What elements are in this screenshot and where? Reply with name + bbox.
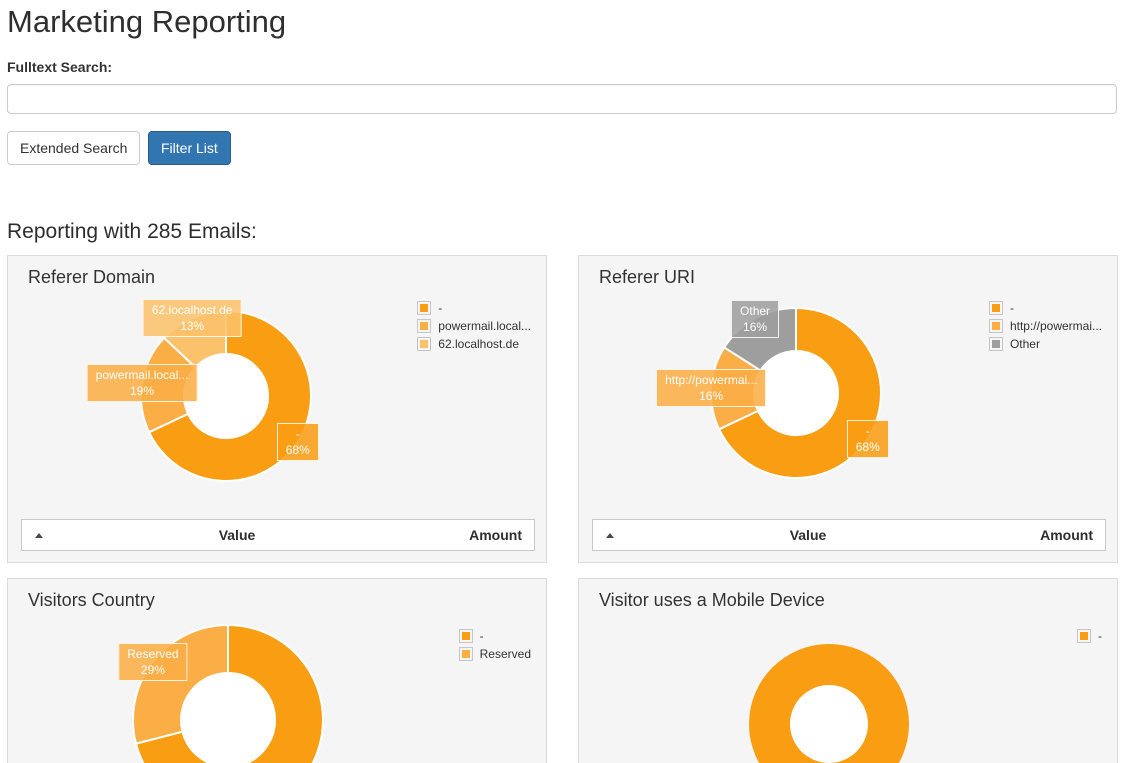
slice-callout: Other16% xyxy=(731,300,779,338)
legend-item[interactable]: - xyxy=(1077,629,1102,643)
slice-callout: http://powermai...16% xyxy=(656,369,766,407)
value-column-header[interactable]: Value xyxy=(60,527,414,543)
chart-title: Visitor uses a Mobile Device xyxy=(599,590,825,611)
legend-item[interactable]: - xyxy=(459,629,531,643)
legend-item[interactable]: powermail.local... xyxy=(417,319,531,333)
page-title: Marketing Reporting xyxy=(7,4,286,40)
legend-swatch xyxy=(459,647,473,661)
caret-up-icon xyxy=(606,533,614,538)
chart-panel-referer-uri: -68% http://powermai...16% Other16% Refere… xyxy=(578,255,1118,563)
legend-swatch xyxy=(989,319,1003,333)
slice-callout: -68% xyxy=(277,423,319,461)
legend-item[interactable]: - xyxy=(989,301,1102,315)
legend-label: - xyxy=(1010,301,1014,315)
legend-item[interactable]: 62.localhost.de xyxy=(417,337,531,351)
legend-label: - xyxy=(438,301,442,315)
chart-panel-referer-domain: -68% powermail.local...19% 62.localhost.de… xyxy=(7,255,547,563)
chart-panel-visitors-country: Reserved29% Visitors Country -Reserved V… xyxy=(7,578,547,763)
legend-swatch xyxy=(1077,629,1091,643)
legend-label: 62.localhost.de xyxy=(438,337,519,351)
legend-label: powermail.local... xyxy=(438,319,531,333)
legend-label: Reserved xyxy=(480,647,531,661)
slice-callout: 62.localhost.de13% xyxy=(143,299,242,337)
marketing-reporting-page: Marketing Reporting Fulltext Search: Ext… xyxy=(0,0,1123,763)
legend-swatch xyxy=(989,337,1003,351)
legend-label: Other xyxy=(1010,337,1040,351)
legend-item[interactable]: - xyxy=(417,301,531,315)
slice-callout: -68% xyxy=(847,420,889,458)
legend-label: - xyxy=(480,629,484,643)
slice-callout: powermail.local...19% xyxy=(87,364,198,402)
sort-column-header[interactable] xyxy=(593,533,631,538)
chart-legend: - xyxy=(1077,629,1102,647)
extended-search-button[interactable]: Extended Search xyxy=(7,131,140,165)
chart-panel-mobile-device: Visitor uses a Mobile Device - Value Amo… xyxy=(578,578,1118,763)
reporting-heading: Reporting with 285 Emails: xyxy=(7,220,257,244)
slice-callout: Reserved29% xyxy=(118,643,187,681)
legend-swatch xyxy=(459,629,473,643)
amount-column-header[interactable]: Amount xyxy=(985,527,1105,543)
chart-title: Visitors Country xyxy=(28,590,155,611)
legend-item[interactable]: Reserved xyxy=(459,647,531,661)
legend-swatch xyxy=(989,301,1003,315)
chart-legend: - powermail.local... 62.localhost.de xyxy=(417,301,531,355)
filter-list-button[interactable]: Filter List xyxy=(148,131,231,165)
legend-label: http://powermai... xyxy=(1010,319,1102,333)
legend-swatch xyxy=(417,319,431,333)
chart-legend: - http://powermai... Other xyxy=(989,301,1102,355)
chart-legend: - Reserved xyxy=(459,629,531,665)
caret-up-icon xyxy=(35,533,43,538)
chart-title: Referer URI xyxy=(599,267,695,288)
legend-item[interactable]: http://powermai... xyxy=(989,319,1102,333)
amount-column-header[interactable]: Amount xyxy=(414,527,534,543)
sort-column-header[interactable] xyxy=(22,533,60,538)
fulltext-search-input[interactable] xyxy=(7,84,1117,114)
results-table-header: Value Amount xyxy=(21,519,535,551)
legend-swatch xyxy=(417,337,431,351)
chart-title: Referer Domain xyxy=(28,267,155,288)
legend-item[interactable]: Other xyxy=(989,337,1102,351)
legend-label: - xyxy=(1098,629,1102,643)
legend-swatch xyxy=(417,301,431,315)
fulltext-search-label: Fulltext Search: xyxy=(7,59,112,75)
results-table-header: Value Amount xyxy=(592,519,1106,551)
value-column-header[interactable]: Value xyxy=(631,527,985,543)
